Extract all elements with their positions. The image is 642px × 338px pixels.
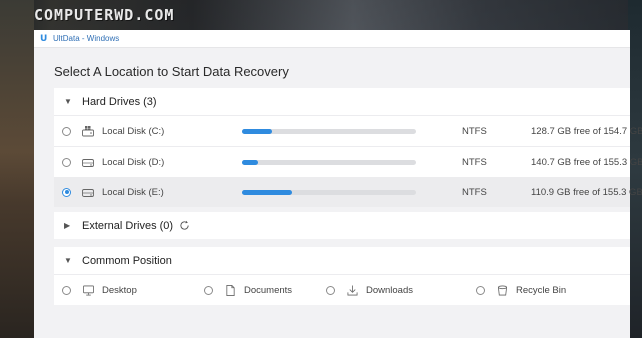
drive-e-filesystem: NTFS xyxy=(462,186,487,198)
drive-row-d[interactable]: Local Disk (D:) NTFS 140.7 GB free of 15… xyxy=(54,147,642,177)
drive-c-usage-bar xyxy=(242,128,416,134)
drive-row-c[interactable]: Local Disk (C:) NTFS 128.7 GB free of 15… xyxy=(54,116,642,146)
documents-radio[interactable] xyxy=(204,285,213,295)
drive-e-name: Local Disk (E:) xyxy=(102,186,164,198)
common-position-list: Desktop Documents Downloads Recycle Bin xyxy=(54,275,630,305)
drive-d-radio[interactable] xyxy=(62,157,71,167)
recycle-bin-icon xyxy=(497,285,508,295)
hard-drives-panel: ▼ Hard Drives (3) Local Disk (C:) NTFS 1… xyxy=(54,88,642,207)
drive-d-name: Local Disk (D:) xyxy=(102,156,165,168)
downloads-radio[interactable] xyxy=(326,285,335,295)
documents-label: Documents xyxy=(244,284,293,296)
drive-d-free-space: 140.7 GB free of 155.3 GB xyxy=(531,156,642,168)
drive-d-usage-bar xyxy=(242,159,416,165)
position-downloads[interactable]: Downloads xyxy=(326,285,413,296)
watermark: COMPUTERWD.COM xyxy=(34,6,175,24)
drive-c-name: Local Disk (C:) xyxy=(102,125,165,137)
caret-down-icon[interactable]: ▼ xyxy=(64,97,74,106)
windows-disk-icon xyxy=(82,125,94,136)
drive-e-free-space: 110.9 GB free of 155.3 GB xyxy=(531,186,642,198)
drive-c-radio[interactable] xyxy=(62,126,71,136)
drive-e-radio[interactable] xyxy=(62,187,71,197)
caret-down-icon[interactable]: ▼ xyxy=(64,256,74,265)
position-documents[interactable]: Documents xyxy=(204,285,292,296)
hard-drives-label: Hard Drives (3) xyxy=(82,95,157,108)
drive-c-usage-fill xyxy=(242,128,272,134)
common-position-panel: ▼ Commom Position Desktop Documents Down… xyxy=(54,247,630,305)
desktop-label: Desktop xyxy=(102,284,137,296)
app-logo-icon: U xyxy=(40,33,48,44)
recycle-bin-radio[interactable] xyxy=(476,285,485,295)
page-title: Select A Location to Start Data Recovery xyxy=(54,64,289,79)
position-recycle-bin[interactable]: Recycle Bin xyxy=(476,285,566,296)
background-left-strip xyxy=(0,0,34,338)
background-right-strip xyxy=(628,0,642,338)
app-window: U UltData - Windows Select A Location to… xyxy=(34,30,642,338)
recycle-bin-label: Recycle Bin xyxy=(516,284,567,296)
drive-row-e[interactable]: Local Disk (E:) NTFS 110.9 GB free of 15… xyxy=(54,177,642,207)
drive-d-usage-fill xyxy=(242,159,258,165)
common-position-label: Commom Position xyxy=(82,254,172,267)
drive-c-free-space: 128.7 GB free of 154.7 GB xyxy=(531,125,642,137)
drive-e-usage-fill xyxy=(242,189,293,195)
downloads-label: Downloads xyxy=(366,284,413,296)
hard-drives-header[interactable]: ▼ Hard Drives (3) xyxy=(54,88,630,115)
caret-right-icon[interactable]: ▶ xyxy=(64,221,74,230)
external-drives-panel: ▶ External Drives (0) xyxy=(54,212,630,239)
download-icon xyxy=(347,284,358,295)
drive-d-filesystem: NTFS xyxy=(462,156,487,168)
external-drives-label: External Drives (0) xyxy=(82,219,174,232)
drive-c-filesystem: NTFS xyxy=(462,125,487,137)
position-desktop[interactable]: Desktop xyxy=(62,285,137,296)
desktop-icon xyxy=(83,285,94,295)
title-bar[interactable]: U UltData - Windows xyxy=(34,30,630,48)
common-position-header[interactable]: ▼ Commom Position xyxy=(54,247,630,274)
disk-icon xyxy=(82,158,94,167)
desktop-radio[interactable] xyxy=(62,285,71,295)
refresh-icon[interactable] xyxy=(179,220,190,231)
window-title: UltData - Windows xyxy=(53,34,120,43)
document-icon xyxy=(226,284,235,296)
external-drives-header[interactable]: ▶ External Drives (0) xyxy=(54,212,630,239)
disk-icon xyxy=(82,188,94,197)
drive-e-usage-bar xyxy=(242,189,416,195)
